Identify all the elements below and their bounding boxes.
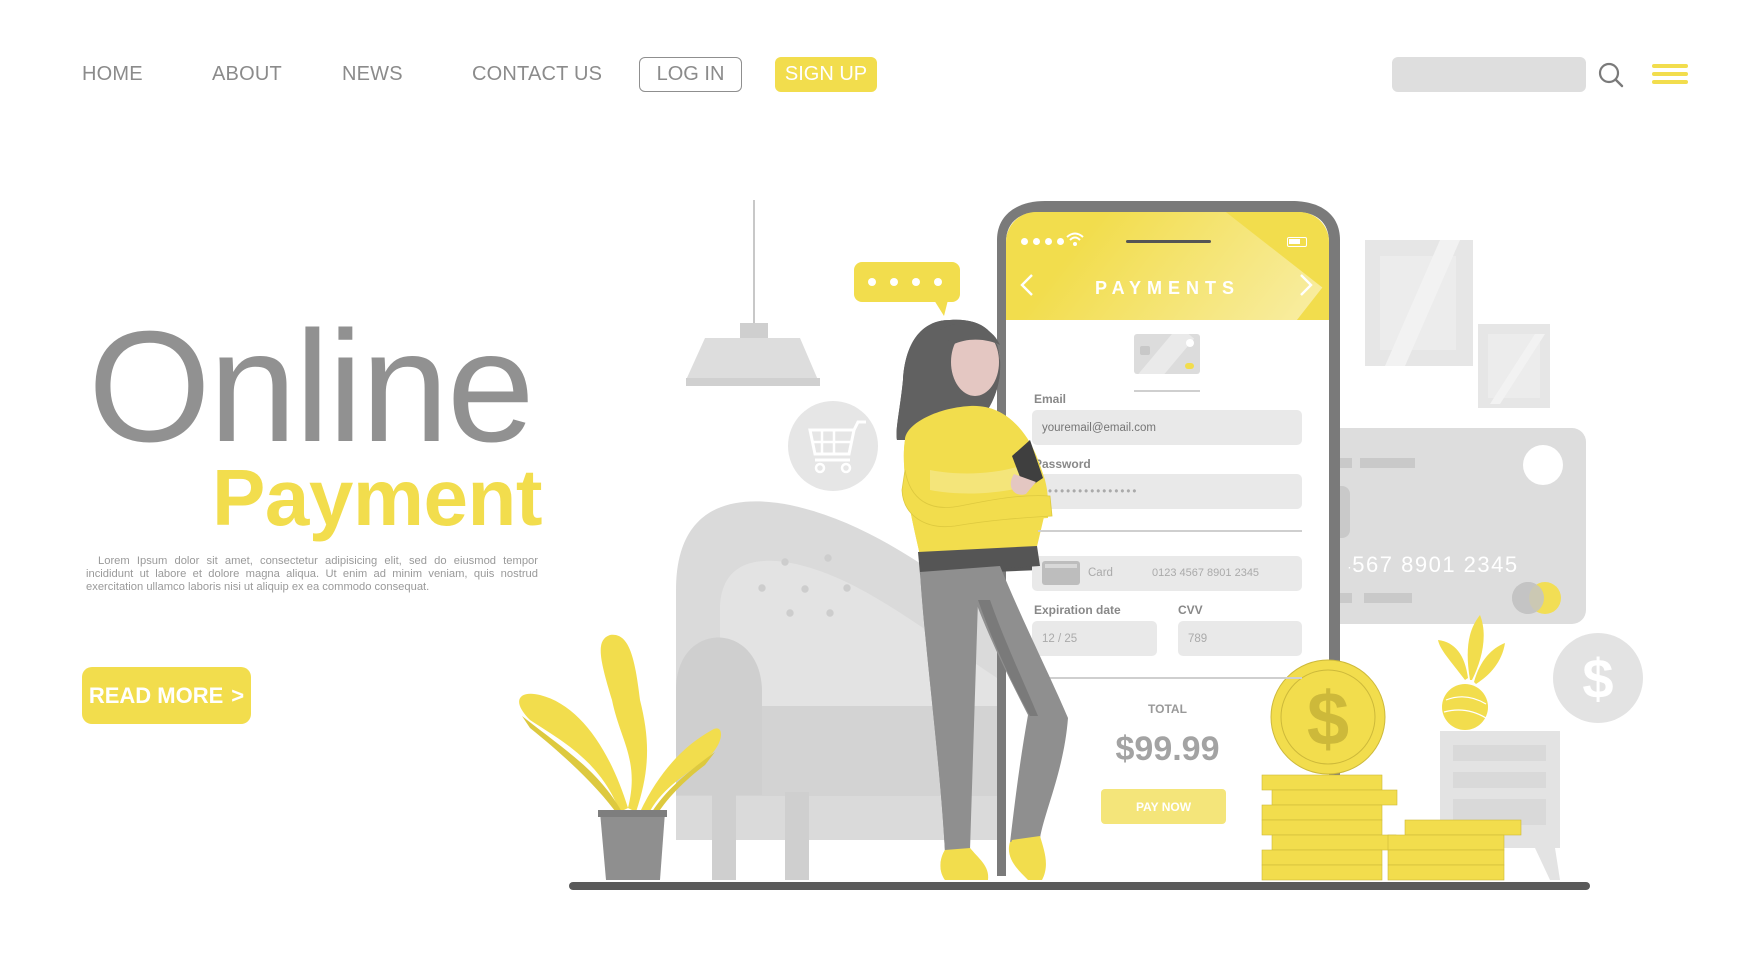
divider bbox=[1134, 390, 1200, 392]
email-input[interactable] bbox=[1032, 410, 1302, 445]
chevron-right-icon: > bbox=[231, 682, 245, 708]
password-input[interactable] bbox=[1032, 474, 1302, 509]
cvv-label: CVV bbox=[1178, 603, 1203, 617]
signup-button[interactable]: SIGN UP bbox=[775, 57, 877, 92]
hamburger-menu-icon[interactable] bbox=[1652, 64, 1688, 84]
nav-link-contact-us[interactable]: CONTACT US bbox=[472, 62, 602, 86]
background-card-number: 0123 4567 8901 2345 bbox=[1346, 552, 1519, 578]
total-amount: $99.99 bbox=[1115, 730, 1220, 768]
floor-line bbox=[569, 882, 1590, 890]
read-more-button[interactable]: READ MORE > bbox=[82, 667, 251, 724]
card-icon bbox=[1042, 561, 1080, 585]
password-label: Password bbox=[1034, 457, 1091, 471]
phone-title: PAYMENTS bbox=[1094, 278, 1241, 298]
divider bbox=[1032, 530, 1302, 532]
dollar-badge-icon: $ bbox=[1553, 633, 1643, 723]
nightstand bbox=[1440, 731, 1560, 880]
header-shine bbox=[1006, 212, 1323, 320]
wall-frame-small bbox=[1478, 324, 1550, 408]
email-label: Email bbox=[1034, 392, 1067, 406]
divider bbox=[1032, 677, 1302, 679]
signal-icon bbox=[1021, 238, 1064, 245]
phone-screen: PAYMENTS Email Password Card 0123 4567 8… bbox=[1006, 212, 1329, 872]
search-icon[interactable] bbox=[1596, 60, 1626, 90]
phone-header: PAYMENTS bbox=[1006, 212, 1329, 320]
chat-bubble-icon bbox=[854, 262, 960, 316]
wall-frame-large bbox=[1365, 240, 1473, 366]
battery-icon bbox=[1287, 237, 1307, 247]
background-credit-card bbox=[1300, 428, 1586, 624]
search-input[interactable] bbox=[1392, 57, 1586, 92]
hero-description: Lorem Ipsum dolor sit amet, consectetur … bbox=[86, 555, 538, 593]
card-label: Card bbox=[1088, 567, 1113, 579]
coin-stack-small bbox=[1387, 819, 1522, 881]
ceiling-lamp bbox=[686, 200, 820, 386]
login-button[interactable]: LOG IN bbox=[639, 57, 742, 92]
total-label: TOTAL bbox=[1148, 702, 1187, 716]
nav-link-about[interactable]: ABOUT bbox=[212, 62, 282, 86]
hero-subtitle: Payment bbox=[212, 453, 542, 542]
nav-link-news[interactable]: NEWS bbox=[342, 62, 403, 86]
potted-plant bbox=[519, 634, 722, 880]
chevron-right-icon[interactable] bbox=[1293, 270, 1317, 300]
pay-now-button[interactable]: PAY NOW bbox=[1101, 789, 1226, 824]
cvv-input[interactable] bbox=[1178, 621, 1302, 656]
armchair bbox=[676, 501, 1006, 880]
credit-card-thumbnail bbox=[1134, 334, 1200, 374]
expiration-input[interactable] bbox=[1032, 621, 1157, 656]
shopping-cart-icon bbox=[788, 401, 878, 491]
wifi-icon bbox=[1066, 232, 1084, 246]
card-number-input[interactable]: Card 0123 4567 8901 2345 bbox=[1032, 556, 1302, 591]
small-plant bbox=[1438, 615, 1505, 730]
expiration-label: Expiration date bbox=[1034, 603, 1121, 617]
svg-text:$: $ bbox=[1582, 647, 1613, 710]
card-number: 0123 4567 8901 2345 bbox=[1152, 567, 1260, 579]
read-more-label: READ MORE bbox=[88, 682, 224, 708]
phone-speaker bbox=[1126, 240, 1211, 243]
hero-title: Online bbox=[88, 299, 535, 475]
nav-link-home[interactable]: HOME bbox=[82, 62, 143, 86]
